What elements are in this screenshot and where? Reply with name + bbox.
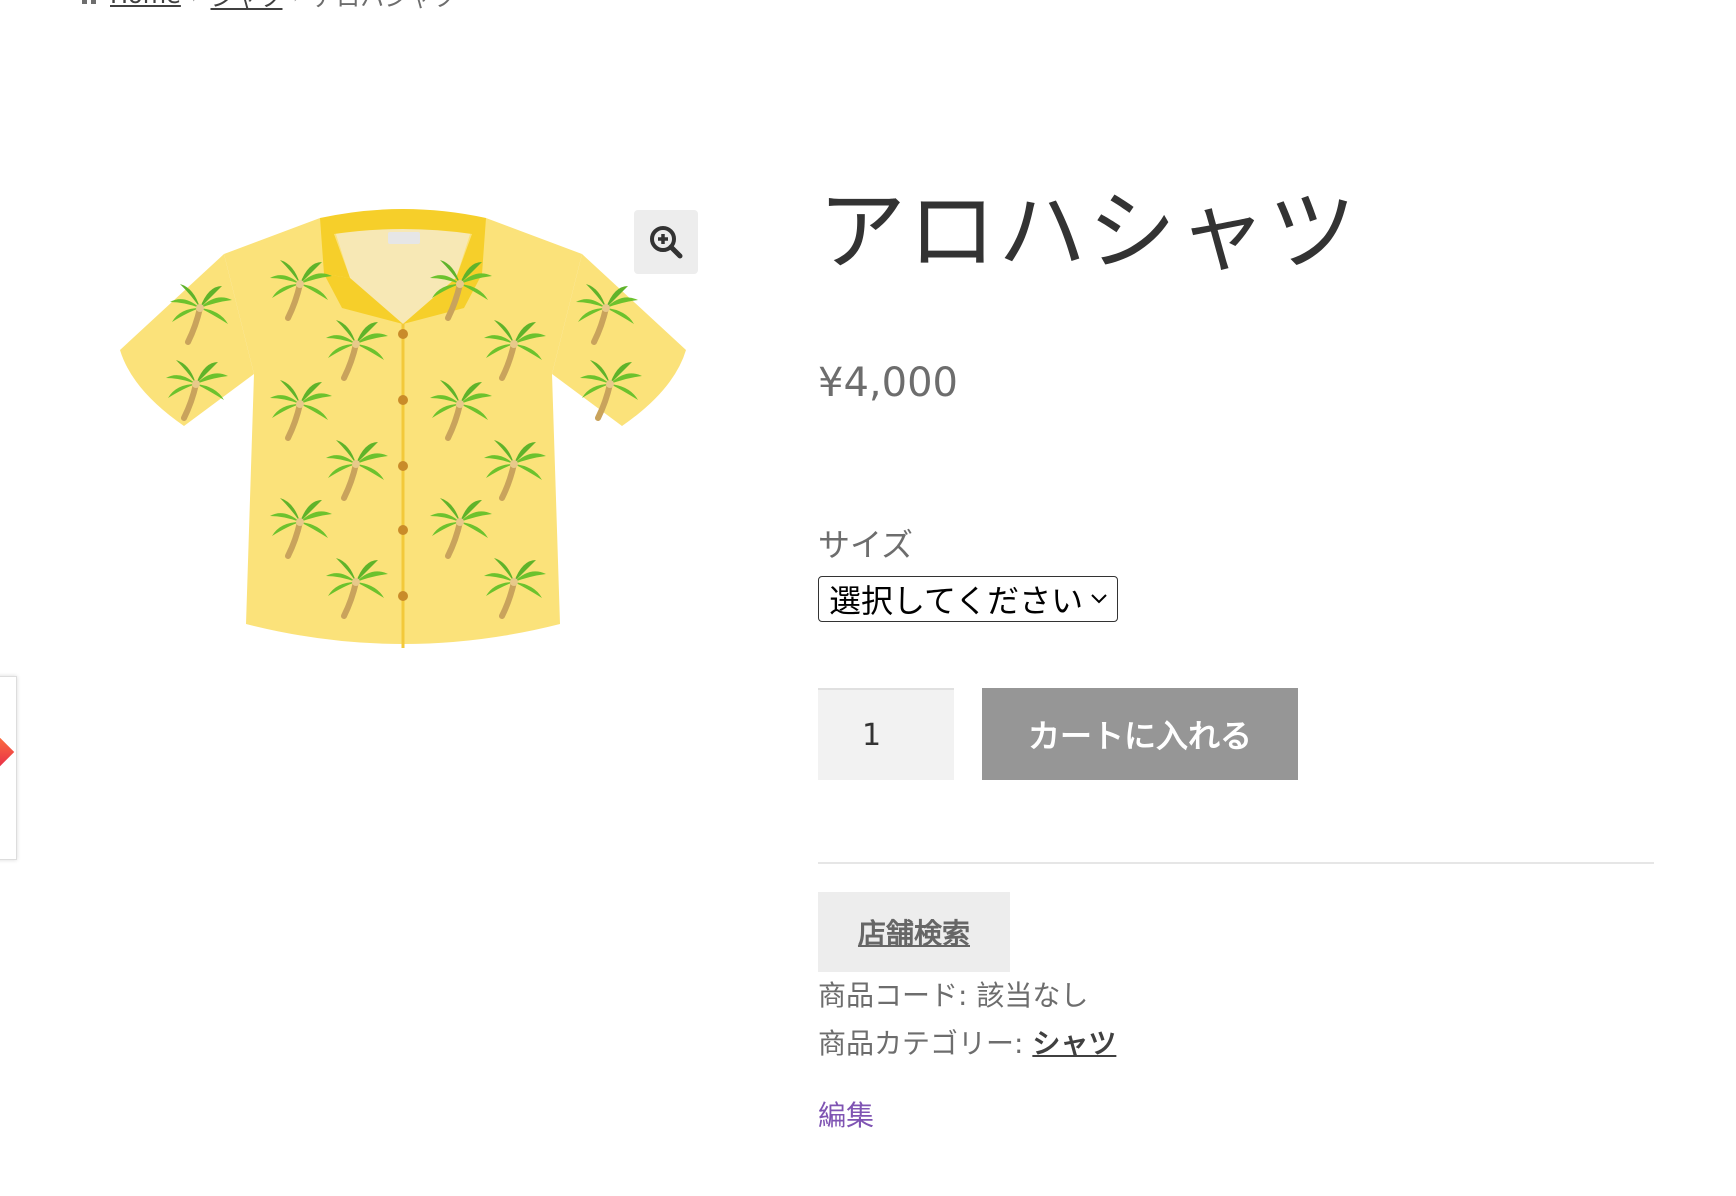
size-label: サイズ xyxy=(818,526,914,564)
store-search-button[interactable]: 店舗検索 xyxy=(818,892,1010,972)
sku-value: 該当なし xyxy=(976,979,1089,1012)
category-label: 商品カテゴリー: xyxy=(818,1027,1024,1060)
product-price: ¥4,000 xyxy=(818,360,958,406)
chevron-down-icon xyxy=(1091,594,1107,604)
size-select[interactable]: 選択してください xyxy=(818,576,1118,622)
sku-label: 商品コード: xyxy=(818,979,968,1012)
divider xyxy=(818,862,1654,864)
aloha-shirt-image[interactable] xyxy=(120,204,686,660)
zoom-in-icon xyxy=(650,226,683,259)
product-sku: 商品コード: 該当なし xyxy=(818,974,1088,1014)
size-select-value: 選択してください xyxy=(829,582,1084,620)
product-gallery xyxy=(108,190,704,670)
breadcrumb: Home › シャツ › アロハシャツ xyxy=(78,0,456,12)
breadcrumb-separator: › xyxy=(191,0,201,9)
breadcrumb-separator: › xyxy=(292,0,302,9)
product-category: 商品カテゴリー: シャツ xyxy=(818,1022,1116,1062)
breadcrumb-category-link[interactable]: シャツ xyxy=(210,0,282,13)
floating-widget[interactable] xyxy=(0,676,17,860)
breadcrumb-current: アロハシャツ xyxy=(312,0,456,13)
breadcrumb-home-link[interactable]: Home xyxy=(110,0,181,9)
home-icon xyxy=(82,0,96,4)
zoom-button[interactable] xyxy=(634,210,698,274)
product-title: アロハシャツ xyxy=(818,180,1359,283)
quantity-input[interactable]: 1 xyxy=(818,688,954,780)
edit-link[interactable]: 編集 xyxy=(818,1094,874,1134)
add-to-cart-button[interactable]: カートに入れる xyxy=(982,688,1298,780)
widget-logo-icon xyxy=(0,730,15,774)
category-link[interactable]: シャツ xyxy=(1032,1027,1116,1060)
